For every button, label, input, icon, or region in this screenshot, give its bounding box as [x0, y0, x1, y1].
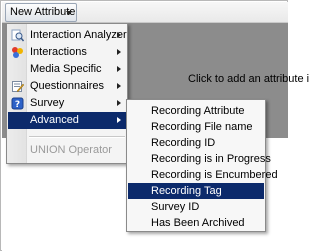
menu-separator: [29, 136, 125, 138]
submenu-item-recording-tag[interactable]: Recording Tag: [128, 183, 264, 199]
magnifier-icon: [11, 29, 24, 42]
submenu-item-recording-in-progress[interactable]: Recording is in Progress: [128, 151, 271, 167]
menu-item-label: Media Specific: [30, 63, 102, 75]
add-attribute-hint: Click to add an attribute i: [188, 73, 310, 85]
menu-item-interactions[interactable]: Interactions: [8, 44, 126, 61]
submenu-arrow-icon: [117, 49, 121, 55]
new-attribute-button[interactable]: New Attribute: [5, 3, 77, 22]
survey-help-icon: ?: [11, 97, 24, 110]
menu-item-media-specific[interactable]: Media Specific: [8, 61, 126, 78]
submenu-arrow-icon: [117, 117, 121, 123]
submenu-item-recording-encumbered[interactable]: Recording is Encumbered: [128, 167, 278, 183]
menu-item-union-operator: UNION Operator: [8, 142, 126, 159]
menu-item-survey[interactable]: ? Survey: [8, 95, 126, 112]
menu-item-label: Advanced: [30, 114, 79, 126]
submenu-arrow-icon: [117, 32, 121, 38]
submenu-arrow-icon: [117, 66, 121, 72]
submenu-arrow-icon: [117, 100, 121, 106]
chevron-down-icon: [66, 11, 72, 15]
submenu-item-survey-id[interactable]: Survey ID: [128, 199, 264, 215]
svg-text:?: ?: [15, 100, 20, 110]
interactions-icon: [12, 47, 23, 58]
submenu-arrow-icon: [117, 83, 121, 89]
menu-item-label: Interaction Analyzer: [30, 29, 127, 41]
menu-item-questionnaires[interactable]: Questionnaires: [8, 78, 126, 95]
menu-item-label: Questionnaires: [30, 80, 104, 92]
menu-item-label: Survey: [30, 97, 65, 109]
menu-item-label: UNION Operator: [30, 144, 112, 156]
menu-item-interaction-analyzer[interactable]: Interaction Analyzer: [8, 27, 127, 44]
menu-item-advanced[interactable]: Advanced: [8, 112, 126, 129]
questionnaire-icon: [12, 81, 24, 93]
menu-item-label: Interactions: [30, 46, 87, 58]
toolbar: New Attribute: [2, 2, 288, 23]
advanced-submenu: Recording Attribute Recording File name …: [126, 99, 278, 232]
submenu-item-recording-id[interactable]: Recording ID: [128, 135, 264, 151]
submenu-item-recording-file-name[interactable]: Recording File name: [128, 119, 264, 135]
submenu-item-has-been-archived[interactable]: Has Been Archived: [128, 215, 264, 231]
submenu-item-recording-attribute[interactable]: Recording Attribute: [128, 103, 264, 119]
new-attribute-menu: Interaction Analyzer Interactions Media …: [6, 23, 128, 164]
